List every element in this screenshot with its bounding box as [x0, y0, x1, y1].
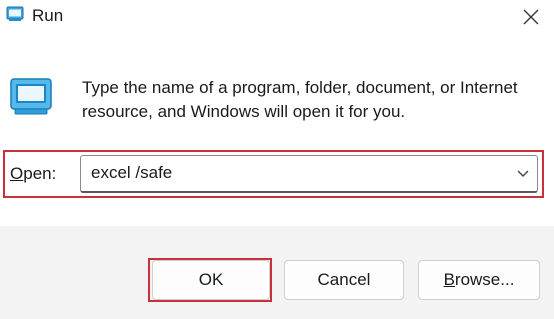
- open-input[interactable]: [81, 156, 511, 190]
- run-icon: [6, 6, 24, 21]
- close-icon: [523, 9, 539, 25]
- run-icon: [10, 78, 52, 115]
- window-title: Run: [32, 6, 64, 25]
- browse-mnemonic: B: [443, 270, 455, 289]
- browse-button[interactable]: Browse...: [418, 260, 540, 300]
- browse-label: rowse...: [454, 270, 515, 289]
- title-bar: Run: [0, 0, 554, 40]
- run-dialog: Run Type the name of a program, folder, …: [0, 0, 554, 319]
- ok-button[interactable]: OK: [152, 260, 270, 300]
- cancel-button[interactable]: Cancel: [284, 260, 404, 300]
- dialog-description: Type the name of a program, folder, docu…: [82, 78, 518, 121]
- open-label: Open:: [10, 164, 56, 184]
- open-label-mnemonic: O: [10, 164, 24, 183]
- dialog-body: Type the name of a program, folder, docu…: [0, 40, 554, 226]
- close-button[interactable]: [518, 4, 544, 30]
- open-combobox[interactable]: [80, 155, 538, 193]
- open-label-text: pen:: [23, 164, 57, 183]
- chevron-down-icon[interactable]: [515, 165, 531, 181]
